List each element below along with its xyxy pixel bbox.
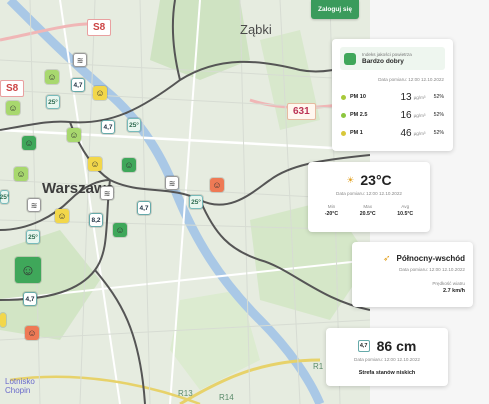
water-level-value: 86 cm: [376, 338, 417, 354]
wind-speed-value: 2.7 km/h: [442, 288, 465, 294]
pollutant-row: PM 2.5 16 µg/m³ 52%: [332, 106, 453, 124]
air-quality-value: Bardzo dobry: [362, 58, 404, 65]
air-quality-marker[interactable]: ☺: [122, 158, 136, 172]
pollutant-name: PM 2.5: [350, 112, 368, 118]
air-quality-marker[interactable]: ☺: [14, 167, 28, 181]
temperature-value: 23°C: [360, 172, 392, 188]
avg-label: Avg: [401, 204, 410, 209]
pollutant-name: PM 10: [350, 94, 366, 100]
wind-marker[interactable]: ≋: [73, 53, 87, 67]
water-level-marker[interactable]: 4,7: [23, 292, 37, 306]
water-level-marker[interactable]: 8,2: [89, 213, 103, 227]
air-quality-marker[interactable]: [0, 313, 6, 327]
wind-direction-icon: ➶: [383, 253, 391, 263]
air-quality-card: Indeks jakości powietrza Bardzo dobry Da…: [332, 39, 453, 151]
air-quality-header: Indeks jakości powietrza Bardzo dobry: [340, 47, 445, 70]
temperature-marker[interactable]: 25°: [189, 195, 203, 209]
pollutant-unit: µg/m³: [413, 94, 426, 100]
temperature-date: Data pomiaru: 12:00 12.10.2022: [336, 191, 402, 196]
air-quality-marker[interactable]: ☺: [6, 101, 20, 115]
login-button[interactable]: Zaloguj się: [311, 0, 359, 19]
air-quality-marker-large[interactable]: ☺: [15, 257, 41, 283]
min-value: -20°C: [324, 211, 339, 217]
water-level-zone: Strefa stanów niskich: [358, 370, 416, 376]
pollutant-value: 13: [400, 91, 412, 103]
water-level-marker[interactable]: 4,7: [137, 201, 151, 215]
max-label: Max: [363, 204, 373, 209]
pollutant-value: 16: [400, 109, 412, 121]
temperature-stats: Min -20°C Max 20.5°C Avg 10.5°C: [308, 204, 430, 217]
pollutant-percent: 52%: [433, 112, 444, 118]
water-level-date: Data pomiaru: 12:00 12.10.2022: [354, 357, 420, 362]
pollutant-list: PM 10 13 µg/m³ 52% PM 2.5 16 µg/m³ 52% PM 1 46 µg/…: [332, 88, 453, 142]
air-quality-marker[interactable]: ☺: [88, 157, 102, 171]
air-quality-marker[interactable]: ☺: [210, 178, 224, 192]
pollutant-value: 46: [400, 127, 412, 139]
air-quality-label: Indeks jakości powietrza: [362, 52, 412, 57]
air-quality-marker[interactable]: ☺: [22, 136, 36, 150]
min-label: Min: [327, 204, 336, 209]
temperature-marker[interactable]: 25°: [46, 95, 60, 109]
air-quality-marker[interactable]: ☺: [113, 223, 127, 237]
wind-header: ➶ Północny-wschód: [352, 253, 465, 264]
app-root: Ząbki Warszawa Lotnisko Chopin S8 S8 631…: [0, 0, 489, 404]
pollutant-percent: 52%: [433, 130, 444, 136]
sun-icon: ☀: [346, 174, 355, 185]
air-quality-marker[interactable]: ☺: [67, 128, 81, 142]
pollutant-percent: 52%: [433, 94, 444, 100]
road-label-r14: R14: [219, 393, 234, 402]
pollutant-dot: [341, 94, 346, 100]
pollutant-unit: µg/m³: [413, 130, 426, 136]
road-badge-s8-west: S8: [0, 80, 25, 97]
air-quality-marker[interactable]: ☺: [45, 70, 59, 84]
wind-date: Data pomiaru: 12:00 12.10.2022: [399, 267, 465, 272]
temperature-marker[interactable]: 25°: [127, 118, 141, 132]
temperature-marker[interactable]: 25°: [26, 230, 40, 244]
wind-marker[interactable]: ≋: [165, 176, 179, 190]
water-level-header: 4,7 86 cm: [326, 338, 448, 354]
air-quality-marker[interactable]: ☺: [25, 326, 39, 340]
temperature-header: ☀ 23°C: [308, 172, 430, 188]
zabki-label: Ząbki: [240, 22, 272, 37]
road-label-r1: R1: [313, 362, 324, 371]
wind-marker[interactable]: ≋: [100, 186, 114, 200]
road-badge-631: 631: [287, 103, 316, 120]
face-icon: [344, 52, 356, 65]
water-level-icon: 4,7: [357, 340, 370, 352]
water-level-marker[interactable]: 4,7: [71, 78, 85, 92]
air-quality-marker[interactable]: ☺: [55, 209, 69, 223]
pollutant-unit: µg/m³: [413, 112, 426, 118]
wind-direction: Północny-wschód: [396, 254, 465, 263]
pollutant-dot: [341, 112, 346, 118]
wind-marker[interactable]: ≋: [27, 198, 41, 212]
pollutant-name: PM 1: [350, 130, 363, 136]
road-badge-s8: S8: [87, 19, 112, 36]
pollutant-row: PM 1 46 µg/m³ 52%: [332, 124, 453, 142]
max-value: 20.5°C: [359, 211, 376, 217]
water-level-marker[interactable]: 4,7: [101, 120, 115, 134]
lotnisko-label: Lotnisko Chopin: [5, 377, 35, 395]
water-level-card: 4,7 86 cm Data pomiaru: 12:00 12.10.2022…: [326, 328, 448, 386]
road-label-r13: R13: [178, 389, 193, 398]
air-quality-marker[interactable]: ☺: [93, 86, 107, 100]
wind-speed-label: Prędkość wiatru: [432, 281, 465, 286]
temperature-card: ☀ 23°C Data pomiaru: 12:00 12.10.2022 Mi…: [308, 162, 430, 232]
pollutant-row: PM 10 13 µg/m³ 52%: [332, 88, 453, 106]
pollutant-dot: [341, 130, 346, 136]
air-date: Data pomiaru: 12:00 12.10.2022: [378, 77, 444, 82]
temperature-marker[interactable]: 25°: [0, 190, 9, 204]
avg-value: 10.5°C: [397, 211, 414, 217]
wind-card: ➶ Północny-wschód Data pomiaru: 12:00 12…: [352, 242, 473, 307]
